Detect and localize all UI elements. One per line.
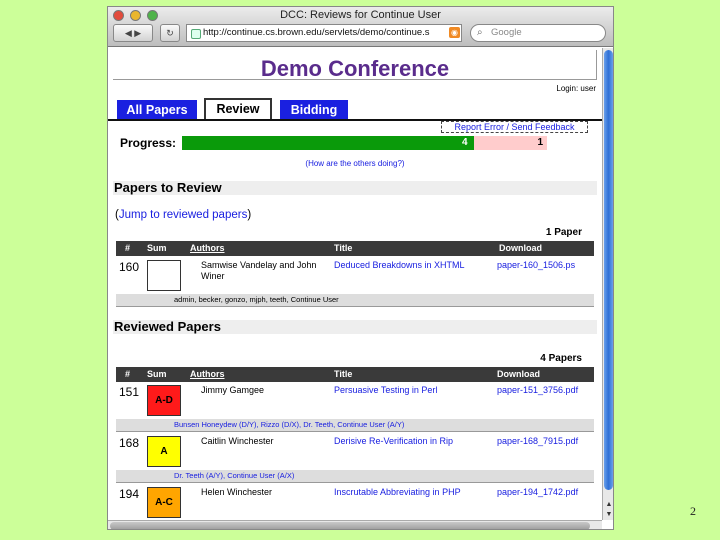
to-review-count: 1 Paper: [545, 227, 582, 238]
scroll-up-arrow-icon[interactable]: ▲: [604, 500, 613, 509]
horizontal-scroll-thumb[interactable]: [110, 522, 590, 529]
paper-number: 168: [119, 436, 140, 450]
search-placeholder: Google: [491, 27, 522, 38]
reload-button[interactable]: ↻: [160, 24, 180, 42]
login-status: Login: user: [556, 84, 596, 93]
progress-fill: [182, 136, 474, 150]
jump-close-paren: ): [247, 209, 252, 221]
rss-icon[interactable]: ◉: [449, 27, 460, 38]
paper-number: 194: [119, 487, 140, 501]
table-row: 160 Samwise Vandelay and John Winer Dedu…: [116, 258, 594, 308]
row-divider: [116, 431, 594, 432]
page-content: Demo Conference Login: user All Papers R…: [108, 48, 602, 520]
column-header-sum[interactable]: Sum: [147, 367, 167, 382]
column-header-title[interactable]: Title: [334, 367, 352, 382]
to-review-table-header: # Sum Authors Title Download: [116, 241, 594, 256]
browser-window: DCC: Reviews for Continue User ◀ ▶ ↻ htt…: [107, 6, 614, 530]
paper-authors: Samwise Vandelay and John Winer: [201, 260, 317, 281]
scroll-down-arrow-icon[interactable]: ▼: [604, 510, 613, 519]
search-input[interactable]: ⌕ Google: [470, 24, 606, 42]
tab-all-papers[interactable]: All Papers: [117, 100, 197, 120]
search-icon: ⌕: [477, 27, 483, 38]
vertical-scrollbar[interactable]: ▲ ▼: [602, 48, 613, 520]
others-progress-link[interactable]: (How are the others doing?): [108, 159, 602, 168]
review-summary-box: [147, 260, 181, 291]
column-header-num: #: [125, 243, 131, 253]
slide-number: 2: [690, 504, 696, 518]
review-summary-box[interactable]: A-D: [147, 385, 181, 416]
report-error-link[interactable]: Report Error / Send Feedback: [441, 121, 588, 133]
paper-title-link[interactable]: Derisive Re-Verification in Rip: [334, 436, 453, 446]
paper-download-link[interactable]: paper-160_1506.ps: [497, 260, 575, 270]
review-summary-box[interactable]: A-C: [147, 487, 181, 518]
paper-title-link[interactable]: Persuasive Testing in Perl: [334, 385, 437, 395]
tab-review[interactable]: Review: [204, 98, 272, 120]
paper-download-link[interactable]: paper-194_1742.pdf: [497, 487, 578, 497]
reviewer-list[interactable]: Bunsen Honeydew (D/Y), Rizzo (D/X), Dr. …: [116, 419, 594, 431]
reviewer-list[interactable]: Dr. Teeth (A/Y), Continue User (A/X): [116, 470, 594, 482]
table-row: 194 A-C Helen Winchester Inscrutable Abb…: [116, 485, 594, 520]
paper-download-link[interactable]: paper-151_3756.pdf: [497, 385, 578, 395]
progress-remaining-count: 1: [537, 137, 543, 148]
column-header-authors[interactable]: Authors: [190, 241, 225, 256]
review-summary-box[interactable]: A: [147, 436, 181, 467]
papers-to-review-heading: Papers to Review: [113, 181, 597, 195]
progress-label: Progress:: [120, 136, 177, 150]
window-title: DCC: Reviews for Continue User: [280, 9, 441, 21]
paper-authors: Jimmy Gamgee: [201, 385, 265, 395]
reviewed-count: 4 Papers: [540, 353, 582, 364]
table-row: 151 A-D Jimmy Gamgee Persuasive Testing …: [116, 383, 594, 433]
paper-title-link[interactable]: Inscrutable Abbreviating in PHP: [334, 487, 461, 497]
paper-title-link[interactable]: Deduced Breakdowns in XHTML: [334, 260, 465, 270]
column-header-sum[interactable]: Sum: [147, 241, 167, 256]
paper-number: 160: [119, 260, 140, 274]
address-bar[interactable]: http://continue.cs.brown.edu/servlets/de…: [186, 24, 462, 42]
column-header-download[interactable]: Download: [497, 367, 540, 382]
row-divider: [116, 482, 594, 483]
column-header-title[interactable]: Title: [334, 241, 352, 256]
horizontal-scrollbar[interactable]: [108, 520, 602, 529]
back-forward-button[interactable]: ◀ ▶: [113, 24, 153, 42]
column-header-authors[interactable]: Authors: [190, 367, 225, 382]
reviewed-papers-heading: Reviewed Papers: [113, 320, 597, 334]
paper-authors: Helen Winchester: [201, 487, 273, 497]
progress-done-count: 4: [462, 137, 468, 148]
table-row: 168 A Caitlin Winchester Derisive Re-Ver…: [116, 434, 594, 484]
paper-download-link[interactable]: paper-168_7915.pdf: [497, 436, 578, 446]
row-divider: [116, 306, 594, 307]
jump-to-reviewed: (Jump to reviewed papers): [115, 209, 251, 221]
paper-authors: Caitlin Winchester: [201, 436, 274, 446]
reviewed-table-header: # Sum Authors Title Download: [116, 367, 594, 382]
browser-toolbar: DCC: Reviews for Continue User ◀ ▶ ↻ htt…: [108, 7, 613, 47]
page-title: Demo Conference: [260, 56, 450, 81]
column-header-download[interactable]: Download: [499, 241, 542, 256]
vertical-scroll-thumb[interactable]: [604, 50, 613, 490]
progress-bar: 4 1: [182, 136, 547, 150]
jump-to-reviewed-link[interactable]: Jump to reviewed papers: [119, 209, 247, 221]
reviewer-list: admin, becker, gonzo, mjph, teeth, Conti…: [116, 294, 594, 306]
tab-bidding[interactable]: Bidding: [280, 100, 348, 120]
column-header-num: #: [125, 369, 131, 379]
paper-number: 151: [119, 385, 140, 399]
